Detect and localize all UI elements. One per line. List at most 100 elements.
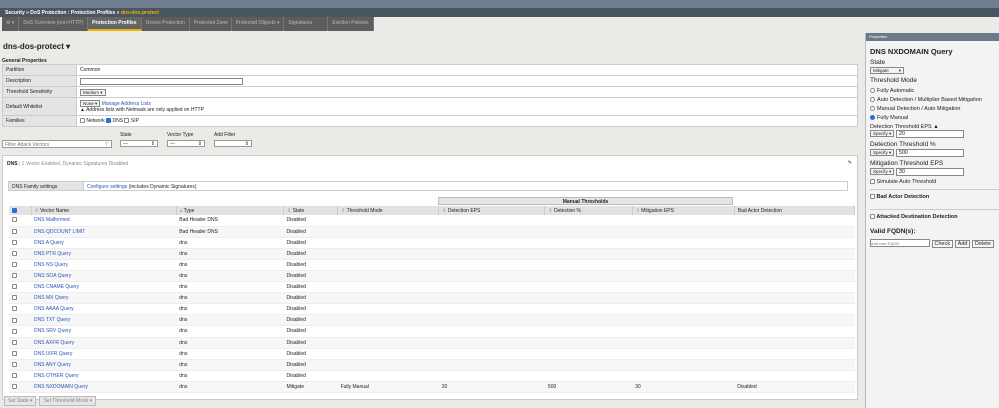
table-row[interactable]: DNS AXFR Query dns Disabled bbox=[9, 337, 855, 349]
table-row[interactable]: DNS TXT Query dns Disabled bbox=[9, 314, 855, 327]
radio-button[interactable] bbox=[870, 115, 875, 121]
crumb-security[interactable]: Security bbox=[5, 10, 25, 16]
page-title[interactable]: dns-dos-protect ▾ bbox=[3, 42, 70, 51]
column-header[interactable]: ⇕ Mitigation EPS bbox=[632, 206, 735, 215]
vector-name-link[interactable]: DNS QDCOUNT LIMIT bbox=[34, 229, 85, 235]
edit-icon[interactable]: ✎ bbox=[848, 160, 852, 166]
table-row[interactable]: DNS IXFR Query dns Disabled bbox=[9, 348, 855, 360]
det-eps-mode-select[interactable]: Specify ▾ bbox=[870, 130, 895, 138]
vector-name-link[interactable]: DNS NS Query bbox=[34, 262, 68, 268]
fqdn-input[interactable] bbox=[870, 239, 930, 247]
bad-actor-checkbox[interactable] bbox=[870, 194, 875, 200]
table-row[interactable]: DNS MX Query dns Disabled bbox=[9, 292, 855, 305]
dns-checkbox[interactable] bbox=[106, 118, 112, 124]
row-checkbox[interactable] bbox=[12, 384, 17, 390]
column-header[interactable]: ⇕ State bbox=[283, 206, 339, 215]
tab-signatures[interactable]: Signatures bbox=[284, 17, 329, 31]
column-header[interactable]: ⇕ Vector Name bbox=[31, 206, 177, 215]
simulate-checkbox[interactable] bbox=[870, 179, 875, 185]
table-row[interactable]: DNS SOA Query dns Disabled bbox=[9, 270, 855, 283]
vector-name-link[interactable]: DNS NXDOMAIN Query bbox=[34, 384, 88, 390]
table-row[interactable]: DNS A Query dns Disabled bbox=[9, 237, 855, 249]
row-checkbox[interactable] bbox=[12, 328, 17, 334]
table-row[interactable]: DNS SRV Query dns Disabled bbox=[9, 325, 855, 338]
table-row[interactable]: DNS OTHER Query dns Disabled bbox=[9, 370, 855, 382]
attacked-destination-checkbox[interactable] bbox=[870, 214, 875, 220]
vector-name-link[interactable]: DNS IXFR Query bbox=[34, 351, 72, 357]
vector-name-link[interactable]: DNS OTHER Query bbox=[34, 373, 78, 379]
column-header[interactable]: ⇕ Threshold Mode bbox=[337, 206, 440, 215]
threshold-mode-option[interactable]: Auto Detection / Multiplier Based Mitiga… bbox=[870, 97, 999, 103]
column-header[interactable]: ⇕ Detection % bbox=[544, 206, 633, 215]
whitelist-select[interactable]: None ▾ bbox=[80, 100, 101, 107]
row-checkbox[interactable] bbox=[12, 262, 17, 268]
threshold-mode-option[interactable]: Fully Manual bbox=[870, 115, 999, 121]
select-all-checkbox[interactable] bbox=[12, 207, 17, 213]
vector-name-link[interactable]: DNS CNAME Query bbox=[34, 284, 79, 290]
vector-name-link[interactable]: DNS AAAA Query bbox=[34, 306, 74, 312]
radio-button[interactable] bbox=[870, 106, 875, 112]
description-input[interactable] bbox=[80, 77, 243, 85]
column-header[interactable]: Bad Actor Detection bbox=[734, 206, 856, 215]
add-button[interactable]: Add bbox=[954, 239, 971, 248]
det-pct-input[interactable]: 500 bbox=[895, 149, 964, 157]
tab-dos-overview[interactable]: DoS Overview (non-HTTP) bbox=[19, 17, 89, 31]
vector-name-link[interactable]: DNS TXT Query bbox=[34, 317, 70, 323]
det-eps-input[interactable]: 20 bbox=[895, 130, 964, 138]
state-select[interactable]: Mitigate ▾ bbox=[870, 67, 904, 74]
threshold-mode-option[interactable]: Fully Automatic bbox=[870, 88, 999, 94]
row-checkbox[interactable] bbox=[12, 217, 17, 223]
vector-name-link[interactable]: DNS A Query bbox=[34, 240, 64, 246]
table-row[interactable]: DNS NXDOMAIN Query dns Mitigate Fully Manua… bbox=[9, 381, 855, 394]
table-row[interactable]: DNS PTR Query dns Disabled bbox=[9, 248, 855, 260]
det-pct-mode-select[interactable]: Specify ▾ bbox=[870, 149, 895, 157]
table-row[interactable]: DNS AAAA Query dns Disabled bbox=[9, 303, 855, 316]
add-filter-select[interactable]: ⇕ bbox=[214, 140, 252, 147]
row-checkbox[interactable] bbox=[12, 273, 17, 279]
row-checkbox[interactable] bbox=[12, 350, 17, 356]
row-checkbox[interactable] bbox=[12, 251, 17, 256]
row-checkbox[interactable] bbox=[12, 361, 17, 367]
table-row[interactable]: DNS Malformed Bad Header DNS Disabled bbox=[9, 215, 855, 227]
column-header[interactable]: ⇕ Detection EPS bbox=[438, 206, 546, 215]
row-checkbox[interactable] bbox=[12, 239, 17, 245]
row-checkbox[interactable] bbox=[12, 373, 17, 379]
table-row[interactable]: DNS QDCOUNT LIMIT Bad Header DNS Disabled bbox=[9, 226, 855, 238]
row-checkbox[interactable] bbox=[12, 317, 17, 323]
table-row[interactable]: DNS NS Query dns Disabled bbox=[9, 259, 855, 271]
vector-name-link[interactable]: DNS SOA Query bbox=[34, 273, 71, 279]
sip-checkbox[interactable] bbox=[124, 118, 130, 124]
radio-button[interactable] bbox=[870, 88, 875, 94]
column-header[interactable]: ▴ Type bbox=[176, 206, 284, 215]
row-checkbox[interactable] bbox=[12, 228, 17, 234]
tab-protected-zone[interactable]: Protected Zone bbox=[189, 17, 232, 31]
network-checkbox[interactable] bbox=[80, 118, 85, 124]
set-threshold-mode-button[interactable]: Set Threshold Mode ▾ bbox=[39, 396, 97, 406]
tab-eviction-policies[interactable]: Eviction Policies bbox=[328, 17, 374, 31]
row-checkbox[interactable] bbox=[12, 339, 17, 345]
row-checkbox[interactable] bbox=[12, 284, 17, 290]
vector-name-link[interactable]: DNS MX Query bbox=[34, 295, 68, 301]
crumb-dos[interactable]: DoS Protection : Protection Profiles bbox=[30, 10, 115, 16]
vector-name-link[interactable]: DNS SRV Query bbox=[34, 328, 71, 334]
delete-button[interactable]: Delete bbox=[971, 239, 994, 248]
filter-attack-vectors-input[interactable]: Filter Attack Vectors ⊤ bbox=[2, 140, 112, 148]
state-filter-select[interactable]: --- ⇕ bbox=[120, 140, 158, 147]
vector-name-link[interactable]: DNS ANY Query bbox=[34, 362, 71, 368]
vector-name-link[interactable]: DNS AXFR Query bbox=[34, 340, 74, 346]
tab-device-protection[interactable]: Device Protection bbox=[141, 17, 190, 31]
vector-name-link[interactable]: DNS PTR Query bbox=[34, 251, 71, 257]
configure-settings-link[interactable]: Configure settings bbox=[87, 184, 127, 190]
vector-type-select[interactable]: --- ⇕ bbox=[167, 140, 205, 147]
threshold-select[interactable]: Medium ▾ bbox=[80, 88, 106, 96]
table-row[interactable]: DNS CNAME Query dns Disabled bbox=[9, 281, 855, 294]
row-checkbox[interactable] bbox=[12, 306, 17, 312]
tab-protection-profiles[interactable]: Protection Profiles bbox=[88, 17, 142, 31]
tab-menu-icon[interactable]: ⚙ ▾ bbox=[2, 17, 20, 31]
mit-eps-mode-select[interactable]: Specify ▾ bbox=[870, 168, 895, 176]
radio-button[interactable] bbox=[870, 97, 875, 103]
vector-name-link[interactable]: DNS Malformed bbox=[34, 217, 70, 223]
row-checkbox[interactable] bbox=[12, 295, 17, 301]
set-state-button[interactable]: Set State ▾ bbox=[4, 396, 37, 406]
threshold-mode-option[interactable]: Manual Detection / Auto Mitigation bbox=[870, 106, 999, 112]
